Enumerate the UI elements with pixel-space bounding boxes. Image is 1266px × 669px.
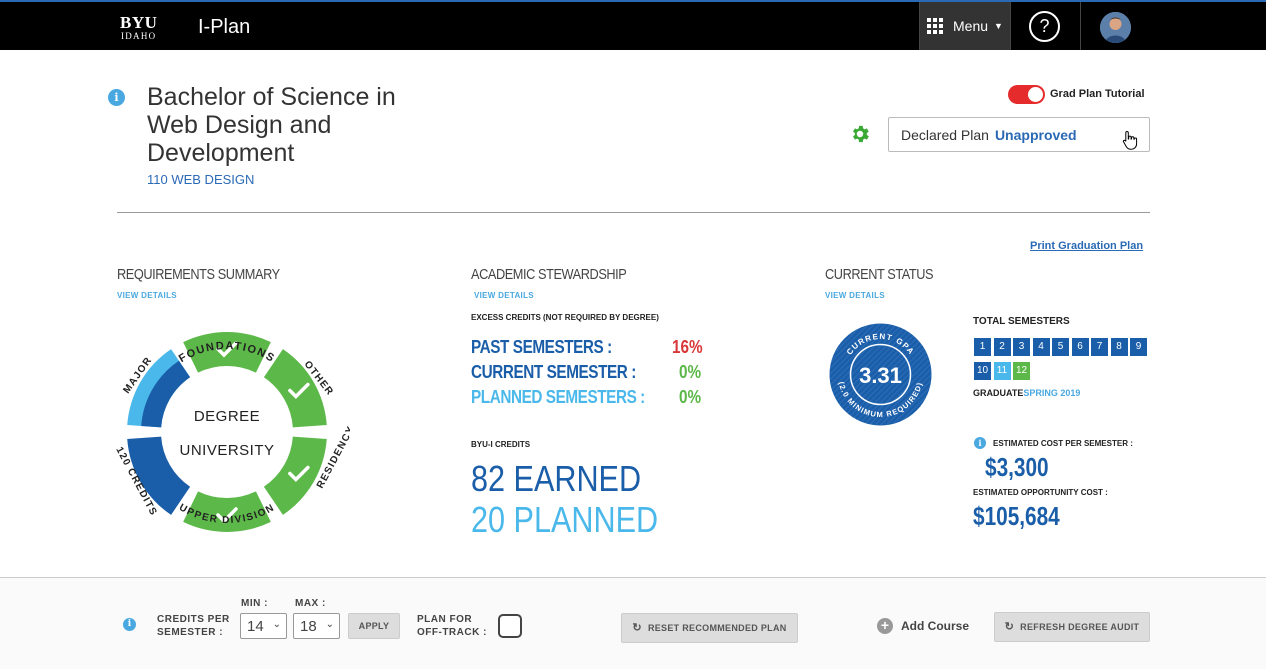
chevron-down-icon: ▼ xyxy=(994,21,1003,31)
chevron-down-icon: ⌄ xyxy=(272,619,281,630)
plus-icon: + xyxy=(877,618,893,634)
reset-recommended-plan-button[interactable]: ↻ RESET RECOMMENDED PLAN xyxy=(621,613,798,643)
chevron-down-icon: ⌄ xyxy=(325,619,334,630)
min-credits-select[interactable]: 14 ⌄ xyxy=(240,613,287,639)
apply-button[interactable]: APPLY xyxy=(348,613,400,639)
planned-semesters-value: 0% xyxy=(679,387,702,407)
divider xyxy=(1010,2,1011,50)
stewardship-view-details-link[interactable]: VIEW DETAILS xyxy=(474,291,534,300)
menu-button[interactable]: Menu ▼ xyxy=(920,2,1010,50)
off-track-checkbox[interactable] xyxy=(498,614,522,638)
credits-per-semester-label: CREDITS PER SEMESTER : xyxy=(157,614,230,638)
max-value: 18 xyxy=(300,618,317,635)
opportunity-cost-label: ESTIMATED OPPORTUNITY COST : xyxy=(973,488,1108,497)
total-semesters-label: TOTAL SEMESTERS xyxy=(973,316,1070,327)
current-status-title: CURRENT STATUS xyxy=(825,266,934,283)
semester-box[interactable]: 5 xyxy=(1052,338,1069,356)
current-semester-value: 0% xyxy=(679,362,702,382)
graduate-label: GRADUATE xyxy=(973,388,1024,398)
degree-center-label: DEGREE xyxy=(194,408,260,425)
max-credits-select[interactable]: 18 ⌄ xyxy=(293,613,340,639)
gpa-value: 3.31 xyxy=(859,363,902,388)
semester-box[interactable]: 12 xyxy=(1013,362,1030,380)
opportunity-cost-value: $105,684 xyxy=(973,501,1060,531)
excess-credits-label: EXCESS CREDITS (NOT REQUIRED BY DEGREE) xyxy=(471,313,659,322)
divider xyxy=(1080,2,1081,50)
menu-label: Menu xyxy=(953,18,989,34)
semester-box[interactable]: 11 xyxy=(993,362,1011,380)
requirements-summary-title: REQUIREMENTS SUMMARY xyxy=(117,266,280,283)
min-value: 14 xyxy=(247,618,264,635)
grad-plan-tutorial-toggle[interactable] xyxy=(1008,85,1045,104)
app-title: I-Plan xyxy=(198,16,251,38)
header-divider xyxy=(117,212,1150,213)
refresh-icon: ↻ xyxy=(632,622,642,634)
min-label: MIN : xyxy=(241,598,268,609)
graduate-value: SPRING 2019 xyxy=(1023,388,1081,398)
refresh-icon: ↻ xyxy=(1004,621,1015,633)
credits-planned: 20 PLANNED xyxy=(471,499,659,540)
semester-box[interactable]: 8 xyxy=(1110,338,1128,356)
graduate-line: GRADUATESPRING 2019 xyxy=(973,388,1080,398)
cost-per-semester-label: ESTIMATED COST PER SEMESTER : xyxy=(993,439,1133,448)
past-semesters-value: 16% xyxy=(672,337,703,357)
gear-icon[interactable] xyxy=(849,123,871,145)
info-icon[interactable]: i xyxy=(974,437,986,449)
grad-plan-tutorial-label: Grad Plan Tutorial xyxy=(1050,88,1145,100)
plan-label: Declared Plan xyxy=(901,127,989,143)
current-semester-label: CURRENT SEMESTER : xyxy=(471,362,636,382)
semester-box[interactable]: 7 xyxy=(1091,338,1108,356)
print-graduation-plan-link[interactable]: Print Graduation Plan xyxy=(1030,240,1143,252)
logo-subtext: IDAHO xyxy=(120,31,157,41)
gpa-badge: CURRENT GPA (2.0 MINIMUM REQUIRED) 3.31 xyxy=(829,323,932,426)
avatar[interactable] xyxy=(1100,12,1131,43)
help-button[interactable]: ? xyxy=(1029,11,1060,42)
max-label: MAX : xyxy=(295,598,326,609)
add-course-button[interactable]: + Add Course xyxy=(877,618,969,634)
requirements-view-details-link[interactable]: VIEW DETAILS xyxy=(117,291,177,300)
byui-credits-label: BYU-I CREDITS xyxy=(471,440,531,449)
info-icon[interactable]: i xyxy=(108,89,125,106)
logo-text: BYU xyxy=(120,13,158,32)
credits-earned: 82 EARNED xyxy=(471,458,642,499)
refresh-degree-audit-button[interactable]: ↻ REFRESH DEGREE AUDIT xyxy=(994,612,1150,642)
info-icon[interactable]: i xyxy=(123,618,136,631)
grid-icon xyxy=(927,18,944,34)
degree-code: 110 WEB DESIGN xyxy=(147,172,255,187)
plan-for-off-track-label: PLAN FOR OFF-TRACK : xyxy=(417,614,487,638)
plan-status: Unapproved xyxy=(994,127,1077,143)
past-semesters-label: PAST SEMESTERS : xyxy=(471,337,612,357)
top-navigation-bar: BYU IDAHO I-Plan Menu ▼ ? xyxy=(0,0,1266,50)
status-view-details-link[interactable]: VIEW DETAILS xyxy=(825,291,885,300)
requirements-wheel: FOUNDATIONS OTHER RESIDENCY UPPER DIVISI… xyxy=(113,332,350,532)
semester-box[interactable]: 10 xyxy=(974,362,991,380)
semester-box[interactable]: 6 xyxy=(1071,338,1089,356)
academic-stewardship-title: ACADEMIC STEWARDSHIP xyxy=(471,266,627,283)
semester-box[interactable]: 1 xyxy=(974,338,991,356)
semester-box[interactable]: 4 xyxy=(1032,338,1050,356)
university-center-label: UNIVERSITY xyxy=(179,442,274,459)
planned-semesters-label: PLANNED SEMESTERS : xyxy=(471,387,645,407)
cost-per-semester-value: $3,300 xyxy=(985,452,1049,482)
declared-plan-select[interactable]: Declared Plan Unapproved xyxy=(888,117,1150,152)
byu-idaho-logo[interactable]: BYU IDAHO xyxy=(120,13,158,41)
pointer-cursor-icon xyxy=(1122,130,1138,155)
degree-title: Bachelor of Science in Web Design and De… xyxy=(147,83,396,167)
semester-box[interactable]: 3 xyxy=(1013,338,1030,356)
semester-box[interactable]: 9 xyxy=(1130,338,1147,356)
semester-box[interactable]: 2 xyxy=(993,338,1011,356)
